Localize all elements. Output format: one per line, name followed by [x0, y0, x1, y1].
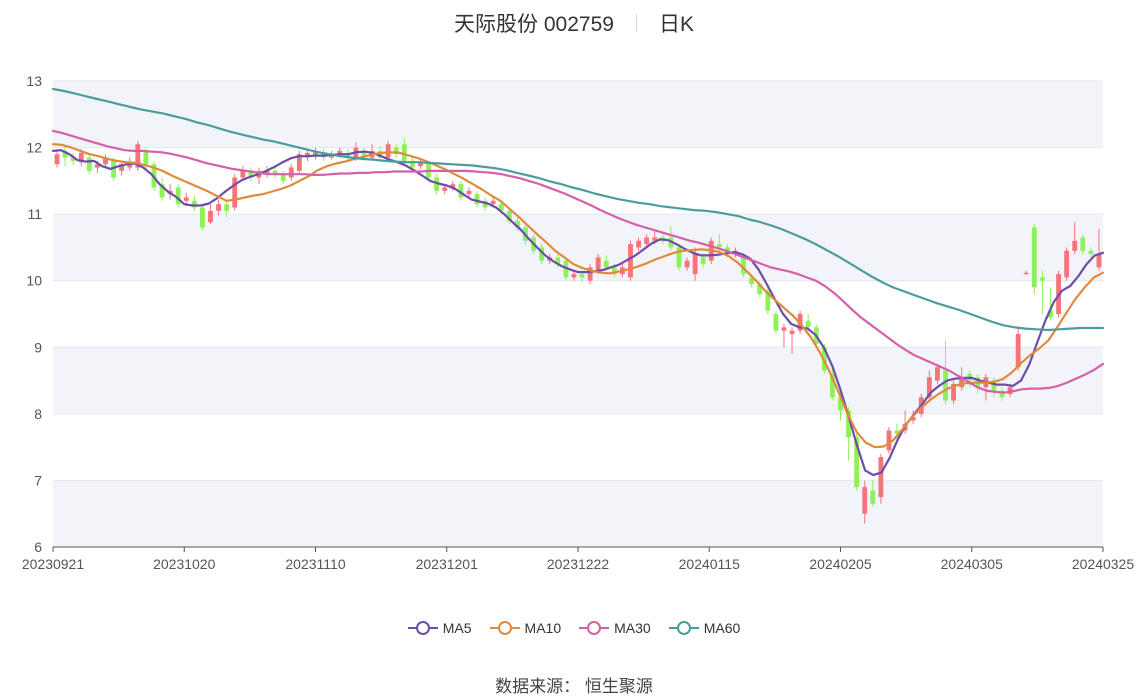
candle-body: [781, 327, 787, 331]
candle-body: [1088, 250, 1094, 255]
legend-ma30-label: MA30: [614, 620, 651, 636]
candle-body: [216, 204, 221, 211]
candle-body: [490, 200, 496, 205]
x-tick-label: 20231020: [153, 556, 216, 572]
candle-body: [1072, 240, 1078, 251]
legend-item-ma60[interactable]: MA60: [668, 620, 741, 636]
candle-body: [886, 430, 892, 451]
candle-body: [571, 274, 577, 278]
legend-ma10-icon: [489, 621, 520, 635]
x-tick-label: 20240205: [809, 556, 872, 572]
candle-body: [1040, 277, 1045, 281]
candle-body: [224, 204, 230, 211]
candle-body: [870, 490, 876, 504]
x-tick-label: 20230921: [22, 556, 85, 572]
candle-body: [240, 170, 246, 178]
grid-band: [53, 81, 1103, 148]
candle-body: [1023, 272, 1029, 275]
candle-body: [805, 320, 811, 328]
y-tick-label: 10: [26, 273, 42, 289]
candle-body: [716, 244, 722, 248]
legend-ma60-label: MA60: [703, 620, 741, 636]
y-tick-label: 7: [34, 472, 42, 488]
candle-body: [773, 314, 779, 331]
legend-ma60-icon: [668, 621, 699, 635]
candle-body: [595, 257, 601, 271]
candle-body: [878, 457, 884, 498]
x-tick-label: 20231222: [547, 556, 610, 572]
grid-band: [53, 480, 1103, 547]
candle-body: [1064, 250, 1070, 278]
candle-body: [579, 274, 585, 278]
candle-body: [700, 257, 706, 265]
y-tick-label: 6: [34, 539, 42, 555]
candle-body: [628, 244, 633, 278]
candle-body: [1031, 227, 1037, 288]
legend-ma5-label: MA5: [442, 620, 472, 636]
data-source: 数据来源： 恒生聚源: [495, 677, 653, 696]
candle-body: [684, 260, 690, 268]
y-tick-label: 13: [26, 73, 42, 89]
y-tick-label: 8: [34, 406, 42, 422]
candlestick-chart: 6 7 8 9 10 11 12 13 20230921 20231020 20231110 2023…: [22, 73, 1135, 572]
y-tick-label: 9: [34, 339, 42, 355]
candle-body: [86, 157, 92, 171]
candle-body: [466, 190, 472, 195]
candle-body: [143, 150, 149, 165]
candle-body: [208, 210, 213, 223]
candle-body: [1080, 237, 1086, 251]
y-tick-label: 12: [26, 140, 42, 156]
candle-body: [54, 154, 60, 165]
legend-item-ma30[interactable]: MA30: [579, 620, 651, 636]
candle-body: [636, 240, 641, 248]
candle-body: [442, 187, 448, 191]
candle-body: [789, 330, 795, 334]
candle-body: [474, 194, 480, 205]
legend-ma10-label: MA10: [524, 620, 562, 636]
candle-body: [1096, 254, 1102, 268]
x-tick-label: 20240325: [1072, 556, 1135, 572]
x-tick-label: 20240115: [679, 556, 740, 572]
legend-ma30-icon: [579, 621, 610, 635]
legend-item-ma5[interactable]: MA5: [407, 620, 472, 636]
chart-legend: MA5 MA10 MA30 MA60: [0, 620, 1148, 636]
legend-item-ma10[interactable]: MA10: [489, 620, 562, 636]
candle-body: [603, 260, 609, 268]
candle-body: [943, 370, 948, 401]
candle-body: [862, 487, 868, 514]
candle-body: [200, 207, 205, 228]
candle-body: [935, 367, 940, 381]
x-tick-label: 20240305: [941, 556, 1004, 572]
legend-ma5-icon: [407, 621, 438, 635]
x-tick-label: 20231110: [285, 556, 345, 572]
candle-body: [644, 237, 650, 245]
candle-body: [692, 254, 698, 275]
candle-body: [232, 177, 238, 208]
candle-body: [385, 144, 391, 158]
candle-body: [183, 197, 189, 201]
candle-body: [1015, 333, 1021, 368]
x-tick-label: 20231201: [416, 556, 479, 572]
candle-body: [288, 167, 294, 178]
y-tick-label: 11: [27, 206, 42, 222]
